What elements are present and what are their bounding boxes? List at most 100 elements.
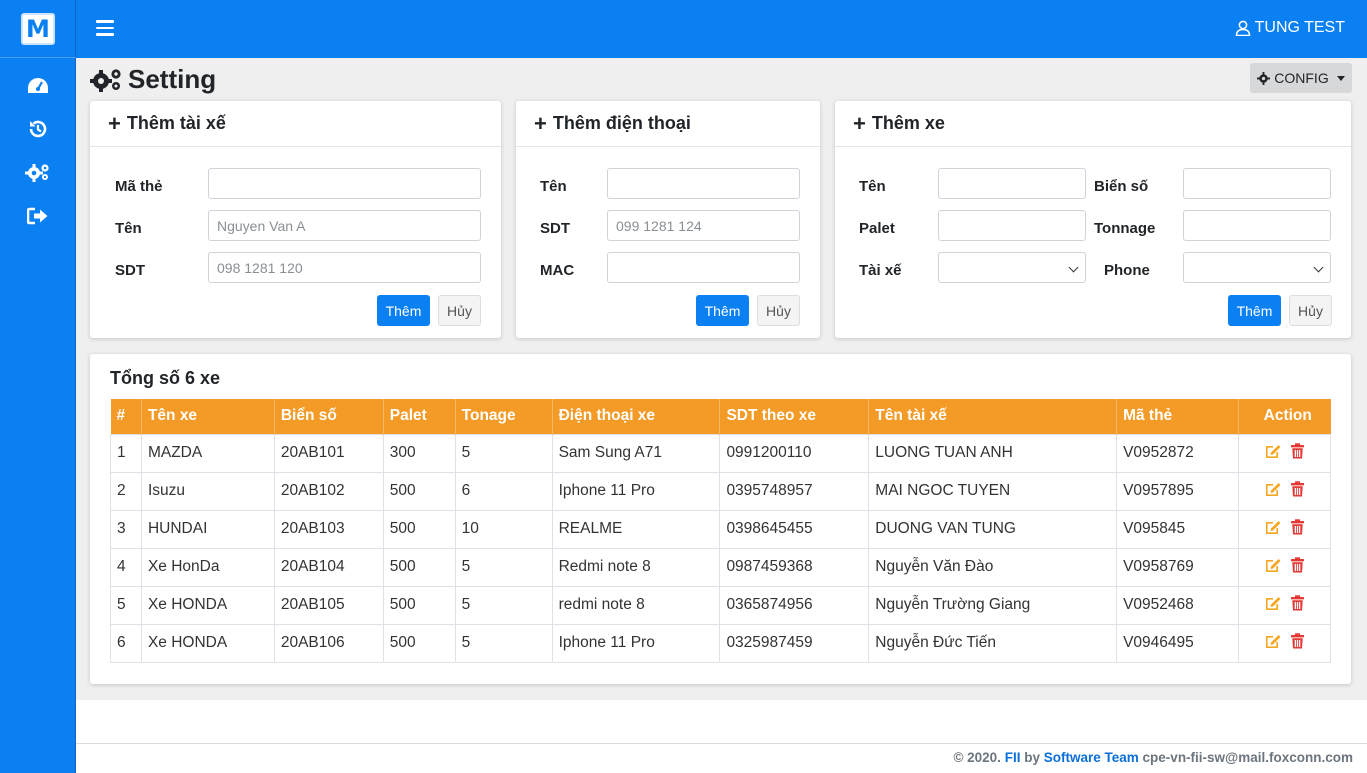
- card-id-input[interactable]: [208, 168, 481, 199]
- cancel-driver-button[interactable]: Hủy: [438, 295, 481, 326]
- add-car-button[interactable]: Thêm: [1228, 295, 1281, 326]
- palet-label: Palet: [859, 220, 895, 237]
- plus-icon: +: [853, 110, 866, 136]
- edit-icon[interactable]: [1264, 443, 1282, 459]
- cell-action: [1237, 547, 1332, 587]
- col-phone-number[interactable]: SDT theo xe: [719, 399, 870, 434]
- mac-label: MAC: [540, 262, 575, 279]
- history-icon[interactable]: [24, 115, 52, 143]
- cell-driver-name: Nguyễn Đức Tiến: [868, 623, 1118, 663]
- trash-icon[interactable]: [1290, 518, 1305, 535]
- cell-row-index: 3: [110, 509, 142, 549]
- table-row: 3 HUNDAI 20AB103 500 10 REALME 0398645455 DUONG…: [110, 509, 1332, 549]
- cell-plate: 20AB106: [273, 623, 384, 663]
- phone-number-label: SDT: [540, 220, 570, 237]
- trash-icon[interactable]: [1290, 556, 1305, 573]
- phone-select[interactable]: [1183, 252, 1331, 283]
- edit-icon[interactable]: [1264, 481, 1282, 497]
- plus-icon: +: [108, 110, 121, 136]
- plate-input[interactable]: [1183, 168, 1331, 199]
- cell-car-name: Xe HonDa: [140, 547, 275, 587]
- col-tonage[interactable]: Tonage: [455, 399, 553, 434]
- cell-car-name: HUNDAI: [140, 509, 275, 549]
- add-phone-button[interactable]: Thêm: [696, 295, 749, 326]
- cell-car-name: Xe HONDA: [140, 623, 275, 663]
- cell-driver-name: Nguyễn Trường Giang: [868, 585, 1118, 625]
- cell-car-name: Isuzu: [140, 471, 275, 511]
- driver-phone-input[interactable]: [208, 252, 481, 283]
- edit-icon[interactable]: [1264, 519, 1282, 535]
- cell-phone-number: 0991200110: [719, 433, 870, 473]
- cell-plate: 20AB103: [273, 509, 384, 549]
- user-menu[interactable]: TUNG TEST: [1235, 19, 1345, 37]
- settings-icon[interactable]: [24, 158, 52, 186]
- car-count-title: Tổng số 6 xe: [110, 368, 221, 388]
- dashboard-icon[interactable]: [24, 72, 52, 100]
- hamburger-menu-icon[interactable]: [96, 20, 114, 38]
- company-link[interactable]: FII: [1005, 750, 1021, 765]
- cancel-phone-button[interactable]: Hủy: [757, 295, 800, 326]
- col-car-phone[interactable]: Điện thoại xe: [552, 399, 721, 434]
- edit-icon[interactable]: [1264, 595, 1282, 611]
- cell-card-id: V0952468: [1116, 585, 1239, 625]
- cell-palet: 500: [382, 509, 456, 549]
- table-row: 2 Isuzu 20AB102 500 6 Iphone 11 Pro 0395748957…: [110, 471, 1332, 511]
- cell-action: [1237, 623, 1332, 663]
- cell-car-phone: Redmi note 8: [551, 547, 721, 587]
- cell-driver-name: LUONG TUAN ANH: [868, 433, 1118, 473]
- phone-number-input[interactable]: [607, 210, 800, 241]
- driver-name-input[interactable]: [208, 210, 481, 241]
- plus-icon: +: [534, 110, 547, 136]
- edit-icon[interactable]: [1264, 633, 1282, 649]
- trash-icon[interactable]: [1290, 442, 1305, 459]
- plate-label: Biển số: [1094, 178, 1149, 195]
- cell-palet: 500: [382, 547, 456, 587]
- trash-icon[interactable]: [1290, 480, 1305, 497]
- col-car-name[interactable]: Tên xe: [141, 399, 275, 434]
- edit-icon[interactable]: [1264, 557, 1282, 573]
- col-index[interactable]: #: [110, 399, 142, 434]
- cell-row-index: 1: [110, 433, 142, 473]
- col-action: Action: [1238, 399, 1331, 434]
- trash-icon[interactable]: [1290, 632, 1305, 649]
- col-palet[interactable]: Palet: [383, 399, 456, 434]
- cancel-car-button[interactable]: Hủy: [1289, 295, 1332, 326]
- col-driver-name[interactable]: Tên tài xế: [868, 399, 1118, 434]
- phone-name-input[interactable]: [607, 168, 800, 199]
- driver-select-label: Tài xế: [859, 262, 902, 279]
- cell-tonage: 6: [454, 471, 553, 511]
- trash-icon[interactable]: [1290, 594, 1305, 611]
- col-card-id[interactable]: Mã thẻ: [1116, 399, 1239, 434]
- user-icon: [1235, 20, 1250, 36]
- cell-card-id: V0958769: [1116, 547, 1239, 587]
- table-row: 6 Xe HONDA 20AB106 500 5 Iphone 11 Pro 0325987…: [110, 623, 1332, 663]
- cell-tonage: 5: [454, 623, 553, 663]
- cell-car-phone: REALME: [551, 509, 721, 549]
- add-driver-header: + Thêm tài xế: [90, 101, 501, 147]
- cell-palet: 500: [382, 585, 456, 625]
- car-name-label: Tên: [859, 178, 886, 195]
- phone-name-label: Tên: [540, 178, 567, 195]
- car-name-input[interactable]: [938, 168, 1086, 199]
- palet-input[interactable]: [938, 210, 1086, 241]
- cell-row-index: 4: [110, 547, 142, 587]
- chevron-down-icon: [1068, 262, 1079, 273]
- config-button[interactable]: CONFIG: [1250, 63, 1352, 93]
- cell-action: [1237, 471, 1332, 511]
- cell-row-index: 6: [110, 623, 142, 663]
- team-link[interactable]: Software Team: [1044, 750, 1139, 765]
- cell-row-index: 5: [110, 585, 142, 625]
- cell-row-index: 2: [110, 471, 142, 511]
- tonnage-input[interactable]: [1183, 210, 1331, 241]
- mac-input[interactable]: [607, 252, 800, 283]
- cell-driver-name: Nguyễn Văn Đào: [868, 547, 1118, 587]
- cell-action: [1237, 433, 1332, 473]
- brand[interactable]: M: [0, 0, 76, 58]
- col-plate[interactable]: Biển số: [274, 399, 384, 434]
- logout-icon[interactable]: [24, 202, 52, 230]
- cell-car-phone: redmi note 8: [551, 585, 721, 625]
- add-driver-button[interactable]: Thêm: [377, 295, 430, 326]
- driver-select[interactable]: [938, 252, 1086, 283]
- table-header-row: # Tên xe Biển số Palet Tonage Điện thoại…: [110, 399, 1331, 434]
- cell-action: [1237, 509, 1332, 549]
